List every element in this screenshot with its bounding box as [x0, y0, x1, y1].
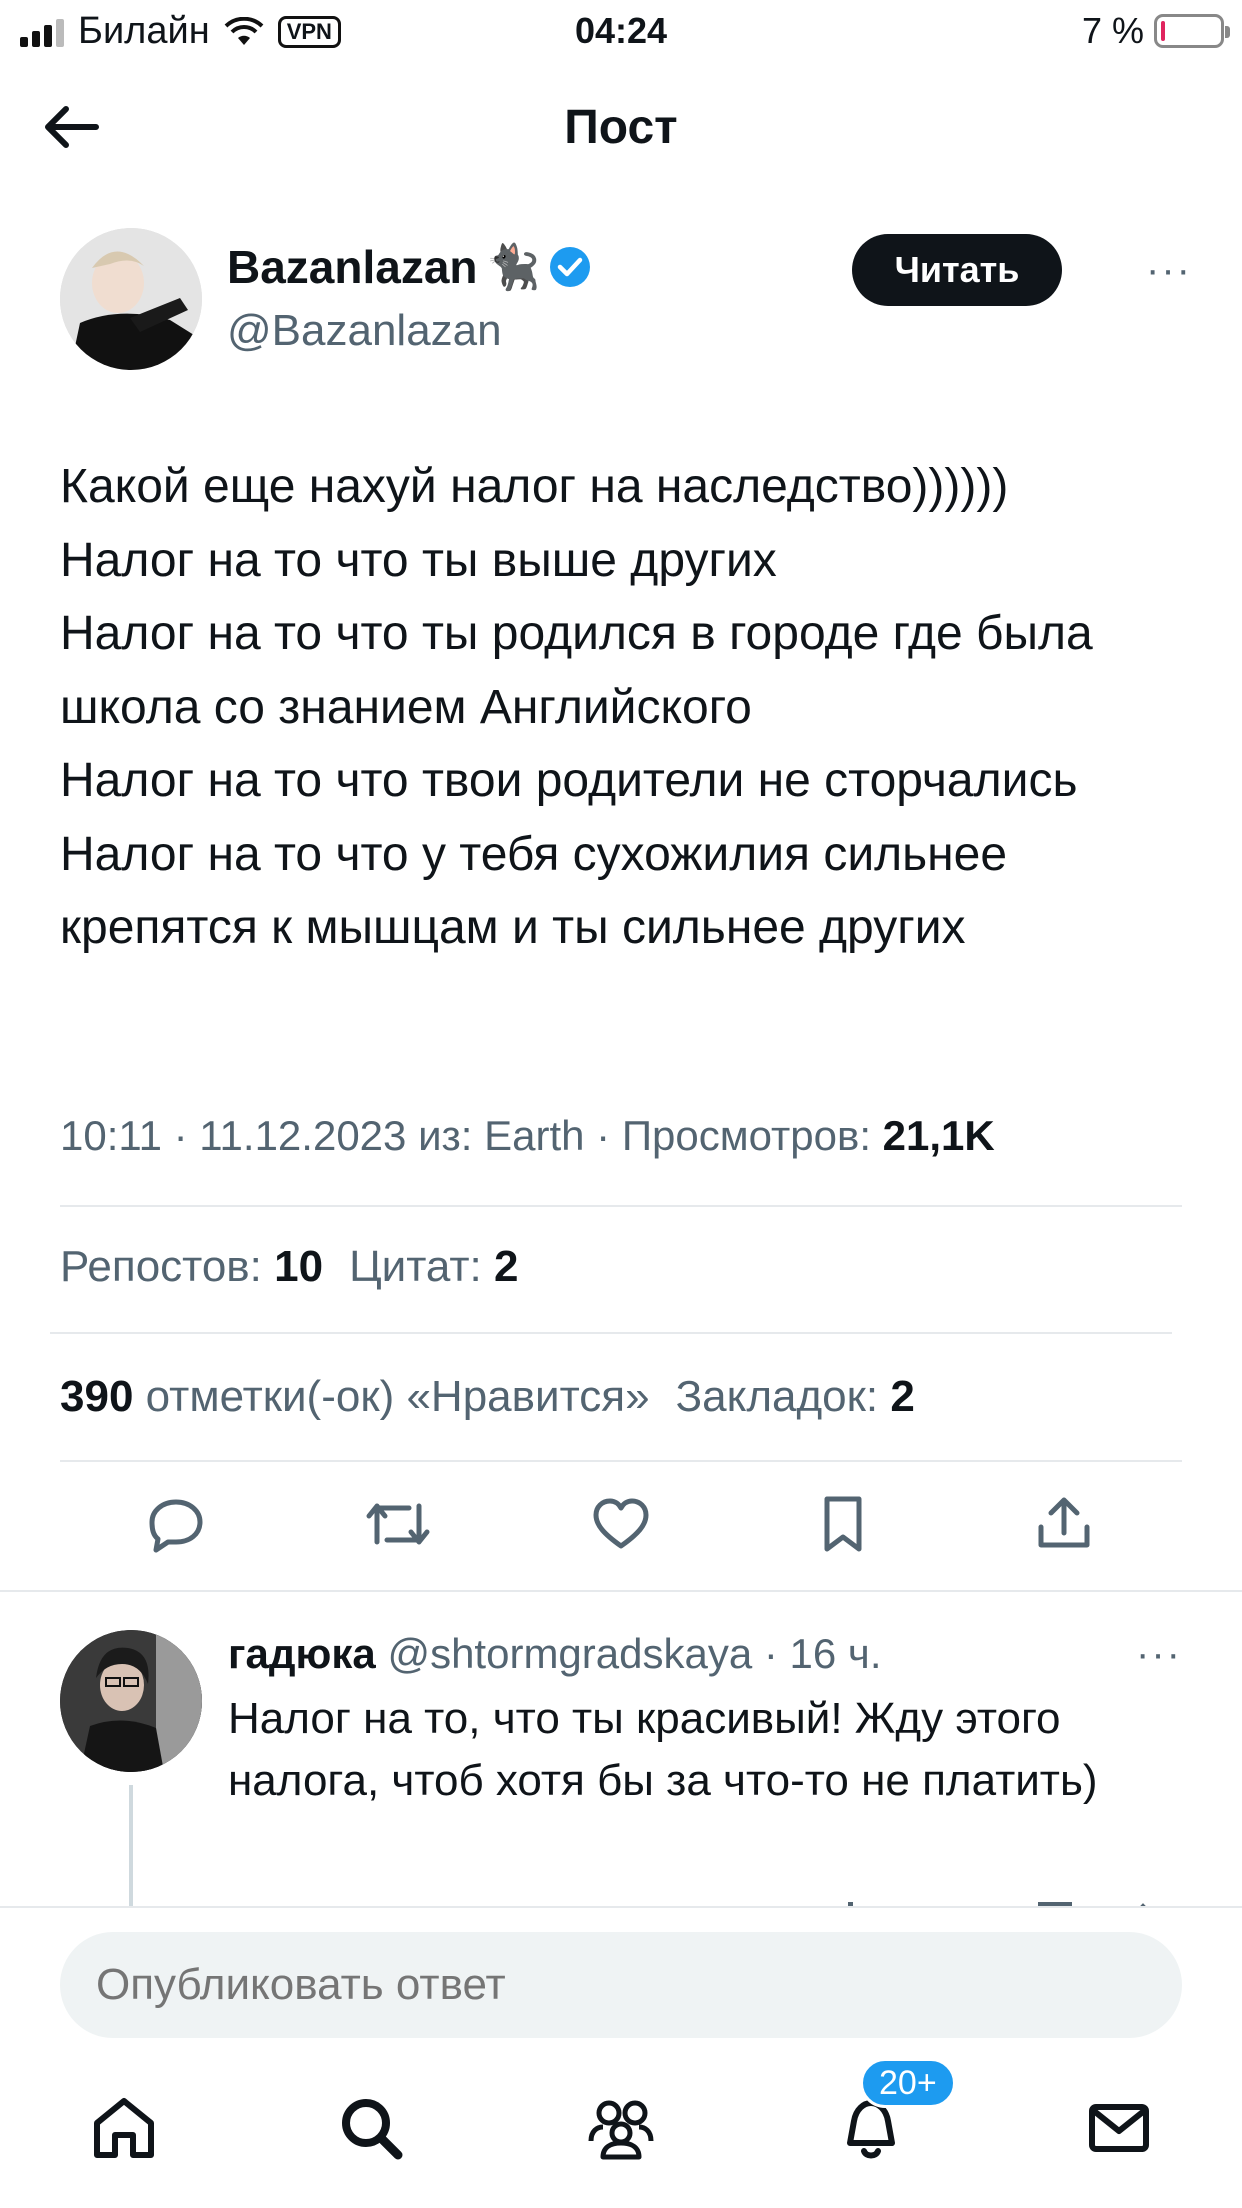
compose-bar: 20+: [0, 1906, 1242, 2208]
like-icon: [593, 1498, 649, 1549]
divider: [50, 1332, 1172, 1334]
battery-icon: [1154, 14, 1230, 48]
author-name-row: Bazanlazan 🐈‍⬛: [227, 240, 592, 294]
tweet-timestamp: 10:11 · 11.12.2023 из: Earth · Просмотро…: [60, 1112, 883, 1159]
reply-avatar-image: [60, 1630, 202, 1772]
follow-button[interactable]: Читать: [852, 234, 1062, 306]
bottom-nav: 20+: [0, 2058, 1242, 2188]
share-icon: [1038, 1497, 1090, 1548]
thread-line: [129, 1785, 133, 1910]
reply-more-icon[interactable]: ···: [1136, 1632, 1182, 1677]
action-bar: [0, 1488, 1242, 1568]
battery-percent: 7 %: [1081, 10, 1144, 51]
reply-header: гадюка @shtormgradskaya · 16 ч.: [228, 1630, 881, 1678]
home-icon: [94, 2098, 154, 2158]
quotes-stat[interactable]: Цитат: 2: [349, 1242, 518, 1292]
reply-text: Налог на то, что ты красивый! Жду этого …: [228, 1694, 1098, 1805]
bookmark-icon: [824, 1496, 862, 1552]
likes-count: 390: [60, 1372, 134, 1421]
reply-button[interactable]: [140, 1488, 212, 1560]
repost-button[interactable]: [362, 1488, 434, 1560]
battery-level: [1161, 21, 1165, 41]
bookmark-button[interactable]: [807, 1488, 879, 1560]
bookmarks-count: 2: [890, 1372, 915, 1421]
reply-time: 16 ч.: [789, 1630, 882, 1677]
author-name[interactable]: Bazanlazan: [227, 240, 478, 294]
author-handle[interactable]: @Bazanlazan: [227, 306, 502, 356]
divider: [60, 1460, 1182, 1462]
reposts-count: 10: [274, 1242, 324, 1291]
reposts-label: Репостов:: [60, 1242, 262, 1291]
reply-author-handle[interactable]: @shtormgradskaya: [387, 1630, 752, 1677]
reply-item[interactable]: гадюка @shtormgradskaya · 16 ч. ··· Нало…: [0, 1620, 1242, 1910]
more-options-icon[interactable]: ···: [1146, 248, 1192, 293]
nav-messages[interactable]: [1079, 2088, 1159, 2168]
quotes-label: Цитат:: [349, 1242, 482, 1291]
reposts-stat[interactable]: Репостов: 10: [60, 1242, 323, 1292]
search-icon: [342, 2099, 403, 2160]
reply-author-name[interactable]: гадюка: [228, 1630, 376, 1677]
status-bar: Билайн VPN 04:24 7 %: [0, 0, 1242, 60]
status-right: 7 %: [1081, 10, 1230, 52]
divider: [60, 1205, 1182, 1207]
reply-icon: [149, 1499, 203, 1553]
quotes-count: 2: [494, 1242, 519, 1291]
notifications-badge: 20+: [860, 2058, 956, 2108]
likes-label: отметки(-ок) «Нравится»: [145, 1372, 650, 1421]
black-cat-emoji: 🐈‍⬛: [485, 243, 541, 292]
repost-icon: [366, 1503, 430, 1545]
bookmarks-stat[interactable]: Закладок: 2: [676, 1372, 915, 1422]
verified-badge-icon: [550, 247, 591, 287]
nav-search[interactable]: [331, 2088, 411, 2168]
section-divider: [0, 1590, 1242, 1592]
page-title: Пост: [564, 101, 678, 154]
reply-input[interactable]: [60, 1932, 1182, 2038]
likes-bookmarks-stats: 390 отметки(-ок) «Нравится» Закладок: 2: [60, 1372, 915, 1422]
nav-communities[interactable]: [581, 2088, 661, 2168]
nav-home[interactable]: [84, 2088, 164, 2168]
bookmarks-label: Закладок:: [675, 1372, 879, 1421]
top-bar: Пост: [0, 60, 1242, 190]
tweet-meta: 10:11 · 11.12.2023 из: Earth · Просмотро…: [60, 1112, 995, 1160]
repost-quote-stats: Репостов: 10 Цитат: 2: [60, 1242, 519, 1292]
tweet-text: Какой еще нахуй налог на наследство)))))…: [60, 460, 1093, 954]
reply-separator: ·: [752, 1630, 790, 1677]
like-button[interactable]: [585, 1488, 657, 1560]
likes-stat[interactable]: 390 отметки(-ок) «Нравится»: [60, 1372, 650, 1422]
communities-icon: [588, 2100, 654, 2160]
status-time: 04:24: [574, 10, 668, 51]
messages-icon: [1089, 2104, 1149, 2152]
avatar-image: [60, 228, 202, 370]
avatar[interactable]: [60, 228, 202, 370]
share-button[interactable]: [1028, 1488, 1100, 1560]
reply-avatar[interactable]: [60, 1630, 202, 1772]
views-count[interactable]: 21,1K: [883, 1112, 995, 1159]
author-row: Bazanlazan 🐈‍⬛ @Bazanlazan Читать ···: [60, 228, 1202, 373]
